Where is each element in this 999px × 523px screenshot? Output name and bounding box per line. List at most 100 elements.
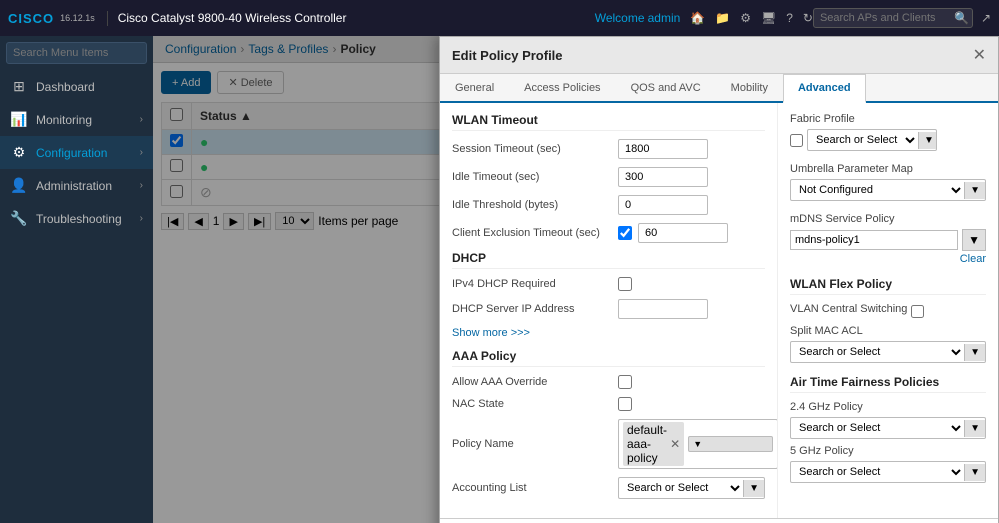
settings-icon[interactable]: ⚙: [740, 11, 751, 25]
accounting-dropdown-btn[interactable]: ▼: [743, 480, 764, 497]
split-mac-dropdown-btn[interactable]: ▼: [964, 344, 985, 361]
mdns-label: mDNS Service Policy: [790, 213, 986, 225]
tab-general[interactable]: General: [440, 74, 509, 103]
client-exclusion-row: Client Exclusion Timeout (sec): [452, 223, 765, 243]
modal-footer: Activate Windows Go to Settings to activ…: [440, 518, 998, 523]
policy-name-tag-input[interactable]: default-aaa-policy ✕ ▼: [618, 419, 778, 469]
sidebar-item-administration[interactable]: 👤 Administration ›: [0, 169, 153, 202]
ghz5-dropdown-btn[interactable]: ▼: [964, 464, 985, 481]
vlan-central-checkbox[interactable]: [911, 305, 924, 318]
sidebar-item-troubleshooting[interactable]: 🔧 Troubleshooting ›: [0, 202, 153, 235]
allow-aaa-checkbox[interactable]: [618, 375, 632, 389]
search-input[interactable]: [820, 12, 950, 24]
modal-right-panel: Fabric Profile Search or Select ▼: [778, 103, 998, 518]
mdns-section: mDNS Service Policy ▼ Clear: [790, 213, 986, 265]
wlan-flex-title: WLAN Flex Policy: [790, 277, 986, 295]
tag-remove-btn[interactable]: ✕: [670, 437, 680, 451]
external-link-icon[interactable]: ↗: [981, 11, 991, 25]
idle-threshold-input[interactable]: [618, 195, 708, 215]
dhcp-server-input[interactable]: [618, 299, 708, 319]
umbrella-section: Umbrella Parameter Map Not Configured ▼: [790, 163, 986, 201]
mdns-clear-link[interactable]: Clear: [960, 253, 986, 265]
chevron-right-icon: ›: [140, 213, 143, 224]
version-text: 16.12.1s: [60, 13, 95, 24]
ghz24-select[interactable]: Search or Select: [791, 418, 964, 438]
tab-mobility[interactable]: Mobility: [716, 74, 783, 103]
mdns-dropdown-btn[interactable]: ▼: [962, 229, 986, 251]
fabric-profile-select[interactable]: Search or Select: [808, 130, 918, 150]
dhcp-section-title: DHCP: [452, 251, 765, 269]
modal-close-button[interactable]: ✕: [973, 45, 986, 65]
umbrella-dropdown-btn[interactable]: ▼: [964, 182, 985, 199]
sidebar-item-monitoring[interactable]: 📊 Monitoring ›: [0, 103, 153, 136]
monitor-icon[interactable]: 🖥: [761, 11, 776, 25]
configuration-icon: ⚙: [10, 144, 28, 161]
ghz5-select-wrap[interactable]: Search or Select ▼: [790, 461, 986, 483]
client-exclusion-input[interactable]: [638, 223, 728, 243]
nav-icons: 🏠 📁 ⚙ 🖥 ? ↻: [690, 11, 813, 25]
fabric-profile-checkbox[interactable]: [790, 134, 803, 147]
session-timeout-label: Session Timeout (sec): [452, 143, 612, 155]
monitoring-icon: 📊: [10, 111, 28, 128]
tab-advanced[interactable]: Advanced: [783, 74, 866, 103]
idle-timeout-label: Idle Timeout (sec): [452, 171, 612, 183]
ghz5-select[interactable]: Search or Select: [791, 462, 964, 482]
split-mac-label: Split MAC ACL: [790, 325, 986, 337]
home-icon[interactable]: 🏠: [690, 11, 705, 25]
tab-qos-avc[interactable]: QOS and AVC: [616, 74, 716, 103]
policy-name-label: Policy Name: [452, 438, 612, 450]
umbrella-label: Umbrella Parameter Map: [790, 163, 986, 175]
mdns-input-row: ▼: [790, 229, 986, 251]
show-more-link[interactable]: Show more >>>: [452, 327, 765, 339]
split-mac-select-wrap[interactable]: Search or Select ▼: [790, 341, 986, 363]
split-mac-select[interactable]: Search or Select: [791, 342, 964, 362]
air-time-section: Air Time Fairness Policies 2.4 GHz Polic…: [790, 375, 986, 483]
client-exclusion-checkbox[interactable]: [618, 226, 632, 240]
idle-timeout-row: Idle Timeout (sec): [452, 167, 765, 187]
ipv4-dhcp-row: IPv4 DHCP Required: [452, 277, 765, 291]
tab-access-policies[interactable]: Access Policies: [509, 74, 615, 103]
allow-aaa-row: Allow AAA Override: [452, 375, 765, 389]
search-icon: 🔍: [954, 11, 969, 25]
ghz5-label: 5 GHz Policy: [790, 445, 986, 457]
global-search[interactable]: 🔍: [813, 8, 973, 28]
modal-body: WLAN Timeout Session Timeout (sec) Idle …: [440, 103, 998, 518]
chevron-right-icon: ›: [140, 180, 143, 191]
idle-timeout-input[interactable]: [618, 167, 708, 187]
ghz24-label: 2.4 GHz Policy: [790, 401, 986, 413]
nac-state-checkbox[interactable]: [618, 397, 632, 411]
help-icon[interactable]: ?: [786, 11, 793, 25]
accounting-list-select[interactable]: [619, 478, 743, 498]
tag-dropdown-btn[interactable]: ▼: [688, 436, 773, 452]
wlan-timeout-section-title: WLAN Timeout: [452, 113, 765, 131]
umbrella-select-wrap[interactable]: Not Configured ▼: [790, 179, 986, 201]
fabric-dropdown-btn[interactable]: ▼: [918, 132, 937, 149]
sidebar-search-wrap[interactable]: [0, 36, 153, 70]
dashboard-icon: ⊞: [10, 78, 28, 95]
fabric-profile-select-wrap[interactable]: Search or Select ▼: [807, 129, 937, 151]
ghz24-select-wrap[interactable]: Search or Select ▼: [790, 417, 986, 439]
sidebar-search-input[interactable]: [6, 42, 147, 64]
client-exclusion-label: Client Exclusion Timeout (sec): [452, 227, 612, 239]
sidebar-item-label: Dashboard: [36, 80, 143, 94]
sidebar-item-configuration[interactable]: ⚙ Configuration ›: [0, 136, 153, 169]
umbrella-select[interactable]: Not Configured: [791, 180, 964, 200]
split-mac-row: Split MAC ACL Search or Select ▼: [790, 325, 986, 363]
sidebar-item-label: Troubleshooting: [36, 212, 132, 226]
ghz24-dropdown-btn[interactable]: ▼: [964, 420, 985, 437]
nac-state-row: NAC State: [452, 397, 765, 411]
session-timeout-input[interactable]: [618, 139, 708, 159]
ipv4-dhcp-checkbox[interactable]: [618, 277, 632, 291]
sidebar-item-dashboard[interactable]: ⊞ Dashboard: [0, 70, 153, 103]
mdns-input[interactable]: [790, 230, 958, 250]
nac-state-label: NAC State: [452, 398, 612, 410]
policy-name-row: Policy Name default-aaa-policy ✕ ▼: [452, 419, 765, 469]
allow-aaa-label: Allow AAA Override: [452, 376, 612, 388]
folder-icon[interactable]: 📁: [715, 11, 730, 25]
session-timeout-row: Session Timeout (sec): [452, 139, 765, 159]
accounting-list-select-wrap[interactable]: ▼: [618, 477, 765, 499]
refresh-icon[interactable]: ↻: [803, 11, 813, 25]
app-title: Cisco Catalyst 9800-40 Wireless Controll…: [118, 11, 595, 25]
vlan-central-label: VLAN Central Switching: [790, 303, 907, 315]
fabric-profile-label: Fabric Profile: [790, 113, 986, 125]
